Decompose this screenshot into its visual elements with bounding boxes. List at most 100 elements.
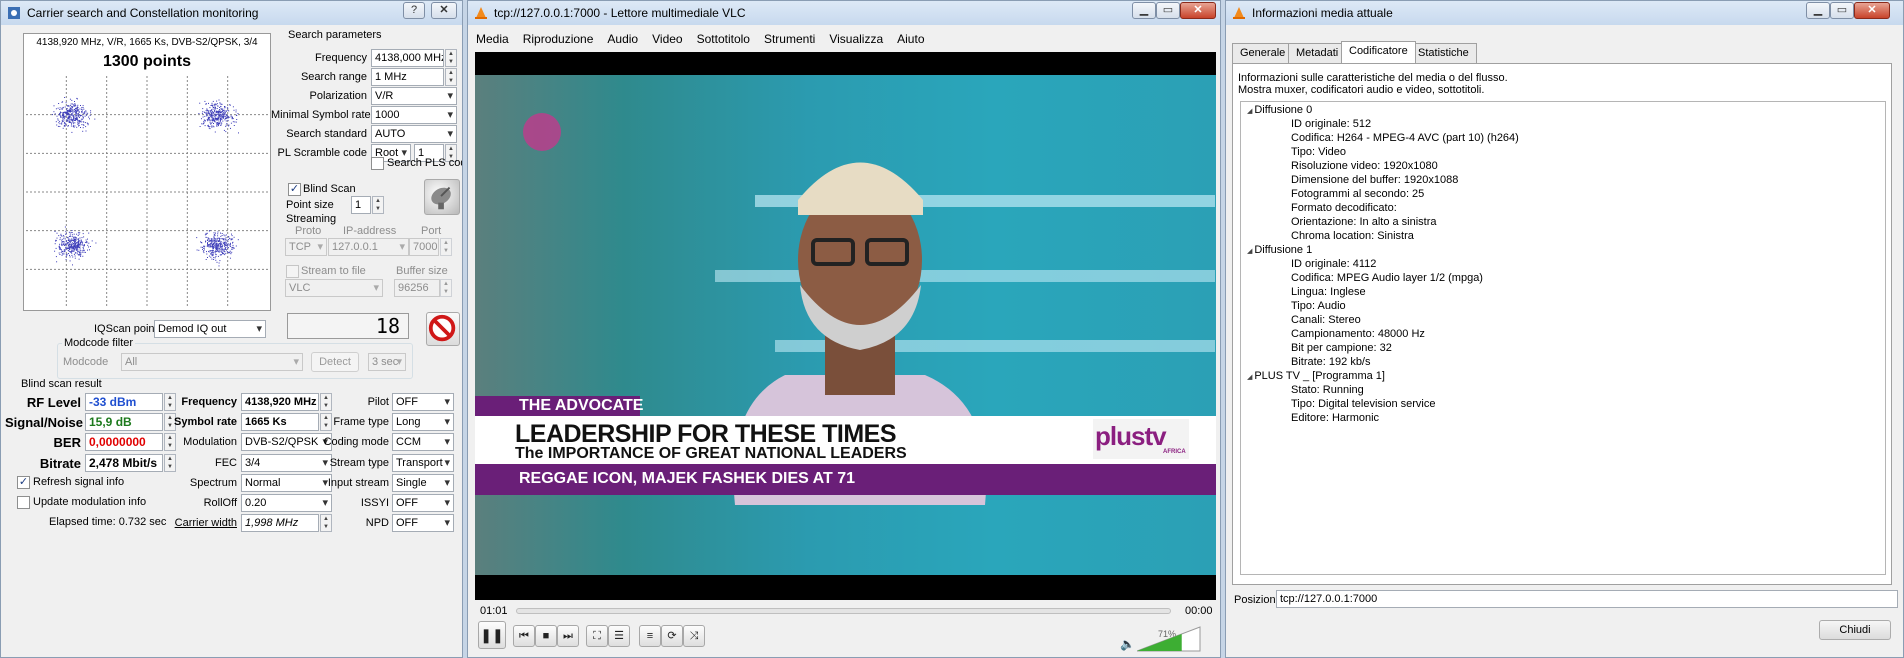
stop-playback-button[interactable]: ■ (535, 625, 557, 647)
refresh-signal-checkbox[interactable]: ✓ (17, 476, 30, 489)
satellite-dish-button[interactable] (424, 179, 460, 215)
buffer-size-input[interactable]: 96256 (394, 279, 440, 297)
carrier-width-label[interactable]: Carrier width (171, 517, 237, 529)
iqscan-select[interactable]: Demod IQ out (154, 320, 266, 338)
constellation-plot (26, 76, 268, 308)
stream-type-select[interactable]: Transport (392, 454, 454, 472)
menu-item-audio[interactable]: Audio (607, 32, 638, 46)
fullscreen-button[interactable]: ⛶ (586, 625, 608, 647)
ber-value: 0,0000000 (85, 433, 163, 451)
extended-settings-button[interactable]: ☰ (608, 625, 630, 647)
buffer-size-spinner[interactable]: ▲ ▼ (440, 279, 452, 297)
search-pls-checkbox[interactable] (371, 157, 384, 170)
search-range-input[interactable]: 1 MHz (371, 68, 444, 86)
info-close-button[interactable]: ✕ (1854, 2, 1890, 19)
issyi-select[interactable]: OFF (392, 494, 454, 512)
stop-button[interactable] (426, 312, 460, 346)
level-display: 18 (287, 313, 409, 339)
menu-item-sottotitolo[interactable]: Sottotitolo (697, 32, 750, 46)
constellation-cluster (196, 230, 239, 267)
menu-item-media[interactable]: Media (476, 32, 509, 46)
polarization-label: Polarization (309, 90, 367, 102)
carrier-title-bar: Carrier search and Constellation monitor… (1, 1, 462, 25)
seek-bar[interactable] (516, 608, 1171, 614)
fec-select[interactable]: 3/4 (241, 454, 332, 472)
tab-generale[interactable]: Generale (1232, 43, 1294, 63)
loop-button[interactable]: ⟳ (661, 625, 683, 647)
npd-select[interactable]: OFF (392, 514, 454, 532)
tree-group[interactable]: ◢ PLUS TV _ [Programma 1] (1247, 370, 1385, 382)
detect-button[interactable]: Detect (311, 352, 359, 372)
stream-to-file-checkbox[interactable] (286, 265, 299, 278)
info-minimize-button[interactable]: ▁ (1806, 2, 1830, 19)
tree-item-label: Lingua: Inglese (1291, 286, 1366, 298)
carrier-title: Carrier search and Constellation monitor… (27, 6, 259, 20)
frequency-input[interactable]: 4138,000 MHz (371, 49, 444, 67)
proto-select[interactable]: TCP (285, 238, 327, 256)
tab-statistiche[interactable]: Statistiche (1410, 43, 1477, 63)
port-spinner[interactable]: ▲ ▼ (440, 238, 452, 256)
modulation-select[interactable]: DVB-S2/QPSK (241, 433, 332, 451)
tree-item: Campionamento: 48000 Hz (1291, 328, 1425, 340)
next-button[interactable]: ⏭ (557, 625, 579, 647)
tree-group[interactable]: ◢ Diffusione 0 (1247, 104, 1312, 116)
volume-slider[interactable] (1137, 626, 1201, 652)
search-pls-label: Search PLS code (387, 157, 462, 169)
rf-level-label: RF Level (26, 395, 81, 410)
vlc-maximize-button[interactable]: ▭ (1156, 2, 1180, 19)
pilot-select[interactable]: OFF (392, 393, 454, 411)
search-standard-label: Search standard (286, 128, 367, 140)
search-params-label: Search parameters (288, 29, 382, 41)
blind-scan-checkbox[interactable]: ✓ (288, 183, 301, 196)
tree-item: ID originale: 4112 (1291, 258, 1376, 270)
help-button[interactable]: ? (403, 2, 425, 19)
spectrum-select[interactable]: Normal (241, 474, 332, 492)
input-stream-select[interactable]: Single (392, 474, 454, 492)
signal-noise-label: Signal/Noise (5, 415, 84, 430)
point-size-spinner[interactable]: ▲ ▼ (372, 196, 384, 214)
tree-group[interactable]: ◢ Diffusione 1 (1247, 244, 1312, 256)
tab-codificatore[interactable]: Codificatore (1341, 41, 1416, 63)
elapsed-time: Elapsed time: 0.732 sec (49, 516, 167, 528)
port-input[interactable]: 7000 (409, 238, 439, 256)
frame-type-select[interactable]: Long (392, 413, 454, 431)
min-symbol-rate-select[interactable]: 1000 (371, 106, 457, 124)
frequency-spinner[interactable]: ▲ ▼ (445, 49, 457, 67)
playlist-button[interactable]: ≡ (639, 625, 661, 647)
tab-metadati[interactable]: Metadati (1288, 43, 1347, 63)
detect-seconds-select[interactable]: 3 sec (368, 353, 406, 371)
res-frequency-label: Frequency (181, 396, 237, 408)
search-standard-select[interactable]: AUTO (371, 125, 457, 143)
rolloff-select[interactable]: 0.20 (241, 494, 332, 512)
previous-button[interactable]: ⏮ (513, 625, 535, 647)
tree-item-label: Campionamento: 48000 Hz (1291, 328, 1425, 340)
menu-item-aiuto[interactable]: Aiuto (897, 32, 924, 46)
polarization-select[interactable]: V/R (371, 87, 457, 105)
shuffle-button[interactable]: ⤨ (683, 625, 705, 647)
file-format-select[interactable]: VLC (285, 279, 383, 297)
carrier-search-window: Carrier search and Constellation monitor… (0, 0, 463, 658)
menu-item-riproduzione[interactable]: Riproduzione (523, 32, 594, 46)
search-range-spinner[interactable]: ▲ ▼ (445, 68, 457, 86)
info-maximize-button[interactable]: ▭ (1830, 2, 1854, 19)
vlc-close-button[interactable]: ✕ (1180, 2, 1216, 19)
menu-item-visualizza[interactable]: Visualizza (829, 32, 883, 46)
speaker-icon[interactable]: 🔈 (1120, 637, 1135, 651)
point-size-input[interactable]: 1 (351, 196, 371, 214)
menu-item-video[interactable]: Video (652, 32, 682, 46)
ip-address-select[interactable]: 127.0.0.1 (328, 238, 409, 256)
close-info-button[interactable]: Chiudi (1819, 620, 1891, 640)
tree-item-label: Bitrate: 192 kb/s (1291, 356, 1371, 368)
play-pause-button[interactable]: ❚❚ (478, 621, 506, 649)
vlc-minimize-button[interactable]: ▁ (1132, 2, 1156, 19)
coding-mode-select[interactable]: CCM (392, 433, 454, 451)
position-input[interactable]: tcp://127.0.0.1:7000 (1276, 590, 1898, 608)
modcode-select[interactable]: All (121, 353, 303, 371)
vlc-title: tcp://127.0.0.1:7000 - Lettore multimedi… (494, 6, 746, 20)
stream-type-label: Stream type (329, 457, 389, 469)
port-label: Port (421, 225, 442, 237)
menu-item-strumenti[interactable]: Strumenti (764, 32, 815, 46)
codec-tree: ◢ Diffusione 0 ID originale: 512 Codifica:… (1240, 101, 1886, 575)
update-modulation-checkbox[interactable] (17, 496, 30, 509)
carrier-close-button[interactable]: ✕ (431, 2, 457, 19)
